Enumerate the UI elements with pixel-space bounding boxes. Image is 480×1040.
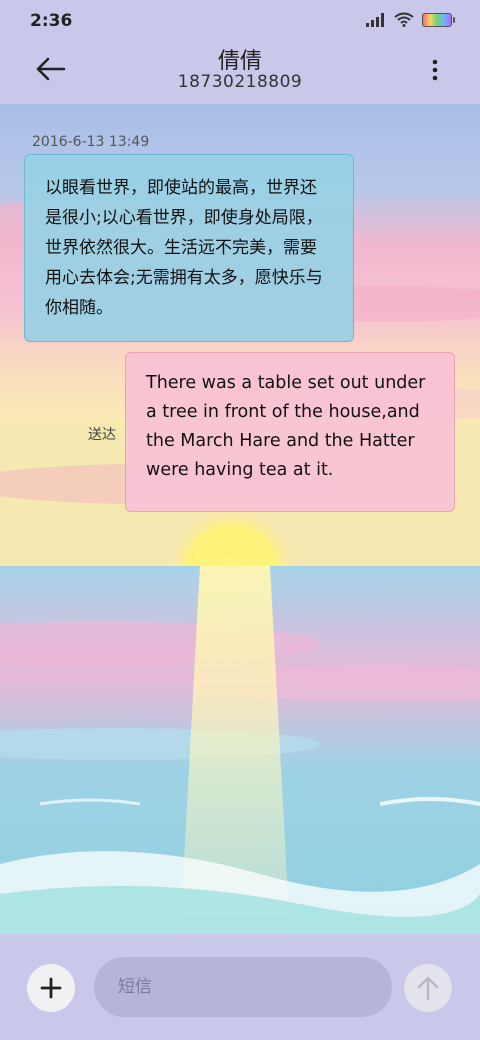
status-icons	[366, 12, 455, 27]
delivery-status: 送达	[88, 427, 116, 443]
conversation-header: 倩倩 18730218809	[0, 42, 480, 104]
add-attachment-button[interactable]	[27, 964, 75, 1012]
message-timestamp: 2016-6-13 13:49	[32, 134, 150, 150]
incoming-message-bubble[interactable]: 以眼看世界，即使站的最高，世界还是很小;以心看世界，即使身处局限，世界依然很大。…	[24, 154, 354, 342]
message-list[interactable]: 2016-6-13 13:49 以眼看世界，即使站的最高，世界还是很小;以心看世…	[0, 104, 480, 934]
signal-icon	[366, 12, 384, 27]
arrow-up-icon	[417, 976, 439, 1001]
message-input[interactable]: 短信	[94, 957, 392, 1017]
status-time: 2:36	[30, 11, 73, 31]
contact-phone-number: 18730218809	[177, 72, 303, 92]
wifi-icon	[394, 12, 414, 27]
status-bar: 2:36	[0, 0, 480, 42]
outgoing-message-bubble[interactable]: There was a table set out under a tree i…	[125, 352, 455, 512]
plus-icon	[40, 977, 62, 999]
composer-bar: 短信	[0, 934, 480, 1040]
send-button[interactable]	[404, 964, 452, 1012]
battery-icon	[422, 12, 455, 27]
contact-name: 倩倩	[217, 49, 262, 74]
more-vertical-icon[interactable]	[430, 58, 440, 82]
